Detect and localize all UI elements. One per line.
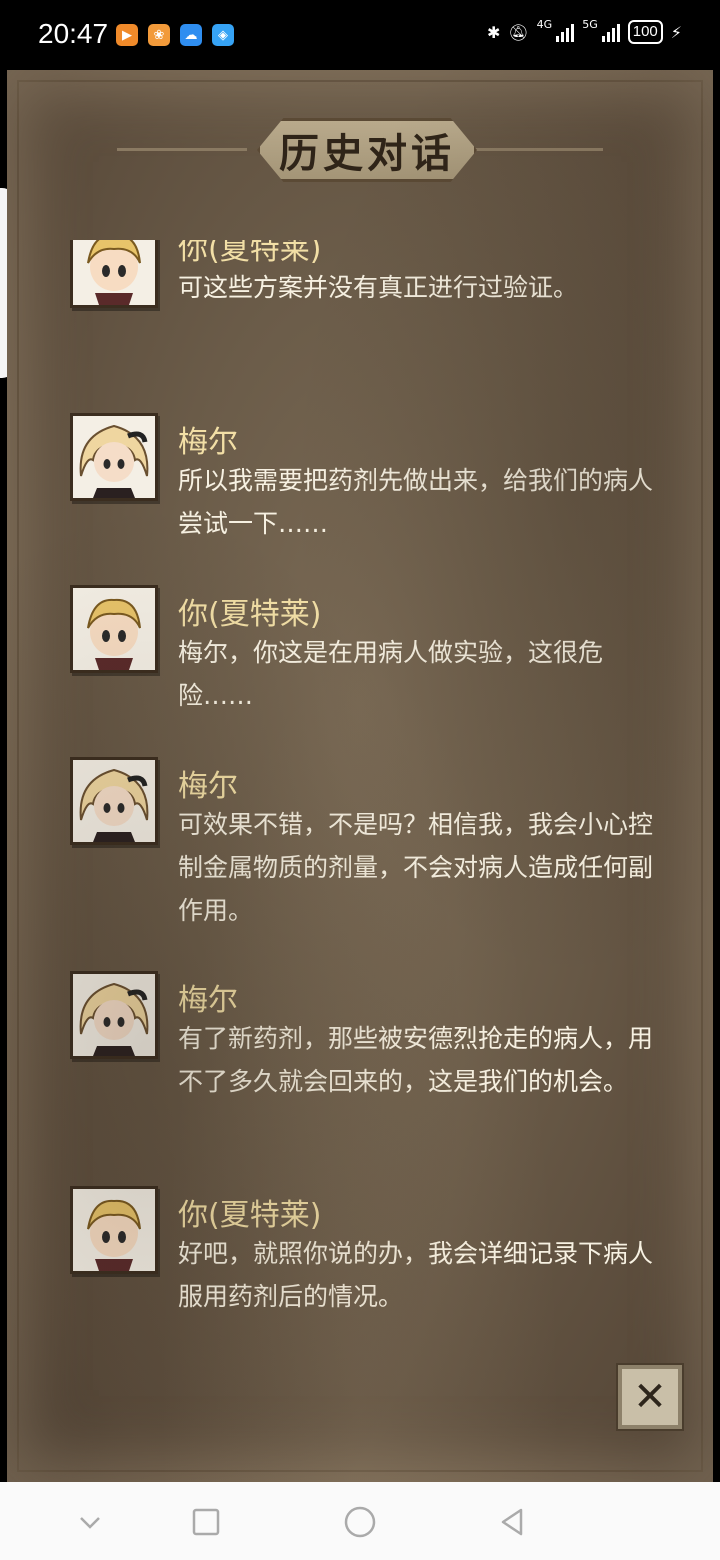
network-5g-label: 5G: [582, 18, 598, 31]
charging-icon: ⚡: [670, 22, 682, 42]
video-app-icon: ▶: [116, 24, 138, 46]
mel-portrait-icon: [70, 757, 158, 845]
speaker-name: 你(夏特莱): [178, 240, 322, 267]
browser-app-icon: ◈: [212, 24, 234, 46]
weather-app-icon: ☁: [180, 24, 202, 46]
nav-back-button[interactable]: [492, 1502, 532, 1542]
nav-hide-button[interactable]: [70, 1502, 110, 1542]
dialog-text: 可效果不错，不是吗？相信我，我会小心控制金属物质的剂量，不会对病人造成任何副作用…: [178, 810, 654, 925]
notification-icons: ▶ ❀ ☁ ◈: [116, 24, 234, 46]
battery-level: 100: [627, 20, 663, 44]
dialog-text: 梅尔，你这是在用病人做实验，这很危险……: [178, 638, 604, 710]
mel-portrait-icon: [70, 971, 158, 1059]
speaker-name: 梅尔: [178, 769, 238, 804]
circle-icon: [344, 1506, 376, 1538]
shop-app-icon: ❀: [148, 24, 170, 46]
title-plate: 历史对话: [257, 118, 477, 182]
system-icons: ✱ 🔕︎ 4G 5G 100 ⚡: [486, 18, 682, 44]
back-triangle-icon: [501, 1508, 523, 1536]
dialog-text: 好吧，就照你说的办，我会详细记录下病人服用药剂后的情况。: [178, 1239, 654, 1311]
speaker-name: 梅尔: [178, 425, 238, 460]
speaker-name: 你(夏特莱): [178, 597, 322, 632]
title-ornament-right: [473, 148, 603, 151]
dialog-log[interactable]: 你(夏特莱) 可这些方案并没有真正进行过验证。 梅尔 所以我需要把药剂先做出来，…: [7, 240, 713, 1340]
title-ornament-left: [117, 148, 247, 151]
dialog-text: 所以我需要把药剂先做出来，给我们的病人尝试一下……: [178, 466, 654, 538]
dialog-text: 有了新药剂，那些被安德烈抢走的病人，用不了多久就会回来的，这是我们的机会。: [178, 1024, 654, 1096]
history-panel: 历史对话 你(夏特莱) 可这些方案并没有真正进行过验证。 梅尔 所以我需要把药剂…: [7, 70, 713, 1482]
bluetooth-icon: ✱: [486, 22, 501, 42]
panel-title: 历史对话: [279, 130, 455, 177]
nav-home-button[interactable]: [340, 1502, 380, 1542]
status-time: 20:47: [38, 18, 109, 49]
signal-4g-icon: [556, 22, 575, 42]
chevron-down-icon: [80, 1517, 100, 1529]
mute-icon: 🔕︎: [508, 22, 529, 42]
network-4g-label: 4G: [536, 18, 553, 31]
navigation-bar: [0, 1482, 720, 1560]
close-icon: ✕: [633, 1374, 667, 1420]
speaker-name: 梅尔: [178, 983, 238, 1018]
chatelet-portrait-icon: [70, 1186, 158, 1274]
chatelet-portrait-icon: [70, 585, 158, 673]
close-button[interactable]: ✕: [616, 1363, 684, 1431]
mel-portrait-icon: [70, 413, 158, 501]
chatelet-portrait-icon: [70, 240, 158, 308]
speaker-name: 你(夏特莱): [178, 1198, 322, 1233]
nav-recents-button[interactable]: [186, 1502, 226, 1542]
status-bar: 20:47 ▶ ❀ ☁ ◈ ✱ 🔕︎ 4G 5G 100 ⚡: [0, 0, 720, 70]
signal-5g-icon: [601, 22, 620, 42]
square-icon: [192, 1508, 220, 1536]
dialog-text: 可这些方案并没有真正进行过验证。: [178, 273, 579, 302]
